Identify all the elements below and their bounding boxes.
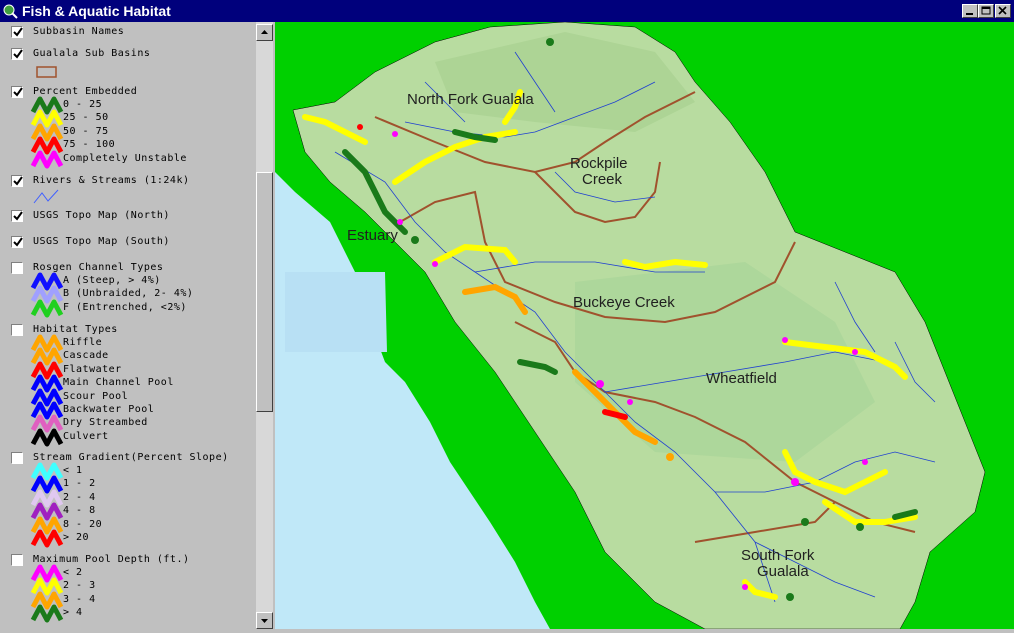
class-label: A (Steep, > 4%)	[63, 275, 161, 286]
window-title: Fish & Aquatic Habitat	[22, 3, 171, 19]
class-symbol	[30, 427, 66, 447]
layer-visibility-checkbox[interactable]	[11, 26, 23, 38]
layer-visibility-checkbox[interactable]	[11, 554, 23, 566]
class-label: B (Unbraided, 2- 4%)	[63, 288, 194, 300]
layer-visibility-checkbox[interactable]	[11, 86, 23, 98]
class-label: 50 - 75	[63, 125, 109, 137]
maximize-button[interactable]	[978, 4, 994, 18]
class-symbol	[30, 298, 66, 318]
class-label: F (Entrenched, <2%)	[63, 301, 187, 313]
checkmark-icon	[13, 176, 23, 186]
label-rockpile-creek-line1: Rockpile	[570, 155, 628, 172]
layer-visibility-checkbox[interactable]	[11, 175, 23, 187]
layer-visibility-checkbox[interactable]	[11, 452, 23, 464]
class-symbol	[30, 528, 66, 548]
class-label: 2 - 3	[63, 580, 96, 592]
checkmark-icon	[13, 211, 23, 221]
layer-visibility-checkbox[interactable]	[11, 48, 23, 60]
scroll-thumb[interactable]	[256, 172, 273, 412]
close-icon	[998, 6, 1007, 15]
class-label: > 20	[63, 532, 90, 543]
map-canvas	[275, 22, 1014, 629]
checkmark-icon	[13, 87, 23, 97]
layer-name: USGS Topo Map (South)	[33, 236, 170, 247]
class-label: Cascade	[63, 350, 109, 362]
class-label: Culvert	[63, 430, 109, 442]
label-buckeye-creek: Buckeye Creek	[573, 294, 675, 311]
label-wheatfield: Wheatfield	[706, 370, 777, 387]
stream-line-symbol	[30, 187, 66, 207]
class-label: 3 - 4	[63, 593, 96, 605]
class-label: 75 - 100	[63, 139, 116, 151]
class-label: 2 - 4	[63, 491, 96, 503]
class-label: 1 - 2	[63, 478, 96, 490]
minimize-button[interactable]	[962, 4, 978, 18]
title-bar: Fish & Aquatic Habitat	[0, 0, 1014, 22]
class-label: Riffle	[63, 337, 103, 348]
class-symbol	[30, 149, 66, 169]
class-label: 8 - 20	[63, 518, 103, 530]
layer-visibility-checkbox[interactable]	[11, 324, 23, 336]
label-south-fork-gualala-line2: Gualala	[757, 563, 809, 580]
legend-scrollbar[interactable]	[256, 22, 273, 629]
ocean-tile	[285, 272, 387, 352]
arrow-up-icon	[261, 30, 268, 34]
layer-name: Subbasin Names	[33, 26, 125, 37]
checkmark-icon	[13, 27, 23, 37]
layer-name: Rivers & Streams (1:24k)	[33, 175, 190, 186]
class-label: Backwater Pool	[63, 404, 155, 415]
label-south-fork-gualala-line1: South Fork	[741, 547, 815, 564]
class-label: 25 - 50	[63, 112, 109, 124]
subbasin-polygon-symbol	[30, 62, 66, 82]
class-symbol	[30, 603, 66, 623]
class-label: Flatwater	[63, 363, 122, 375]
class-label: Main Channel Pool	[63, 377, 174, 389]
class-label: Dry Streambed	[63, 417, 148, 429]
class-label: 4 - 8	[63, 505, 96, 517]
layer-visibility-checkbox[interactable]	[11, 236, 23, 248]
legend-panel: Subbasin Names Gualala Sub Basins Percent …	[0, 22, 256, 629]
class-label: Completely Unstable	[63, 152, 187, 164]
layer-name: Gualala Sub Basins	[33, 48, 151, 59]
label-rockpile-creek-line2: Creek	[582, 171, 623, 188]
class-label: > 4	[63, 607, 83, 619]
checkmark-icon	[13, 237, 23, 247]
close-button[interactable]	[995, 4, 1011, 18]
class-label: Scour Pool	[63, 390, 129, 402]
scroll-up-button[interactable]	[256, 24, 273, 41]
arrow-down-icon	[261, 619, 268, 623]
maximize-icon	[981, 6, 991, 15]
checkmark-icon	[13, 49, 23, 59]
scroll-down-button[interactable]	[256, 612, 273, 629]
map-view[interactable]: North Fork Gualala Rockpile Creek Estuar…	[275, 22, 1014, 629]
class-label: 0 - 25	[63, 99, 103, 110]
label-estuary: Estuary	[347, 227, 398, 244]
label-north-fork-gualala: North Fork Gualala	[407, 91, 534, 108]
minimize-icon	[966, 13, 973, 15]
globe-icon	[3, 4, 18, 19]
layer-name: USGS Topo Map (North)	[33, 210, 170, 221]
layer-visibility-checkbox[interactable]	[11, 262, 23, 274]
layer-visibility-checkbox[interactable]	[11, 210, 23, 222]
